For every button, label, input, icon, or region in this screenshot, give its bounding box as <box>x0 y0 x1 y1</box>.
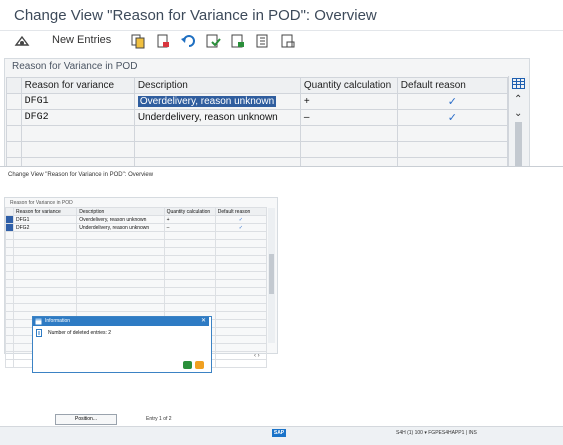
col-header-reason[interactable]: Reason for variance <box>13 207 78 216</box>
print-icon[interactable] <box>280 33 296 49</box>
reason-cell[interactable]: DFG1 <box>13 215 78 224</box>
row-selector[interactable] <box>4 215 15 224</box>
inner-panel-caption: Reason for Variance in POD <box>10 200 73 206</box>
checkmark-icon: ✓ <box>447 96 457 108</box>
confirm-icon[interactable] <box>183 361 192 369</box>
horizontal-scroll-arrows-icon[interactable]: ‹ › <box>254 353 260 359</box>
scroll-down-icon[interactable]: ⌄ <box>514 108 522 119</box>
table-scrollbar[interactable]: ⌃ ⌄ <box>508 76 529 168</box>
dialog-title: Information <box>45 318 71 324</box>
table-row[interactable] <box>4 239 268 248</box>
delete-icon[interactable] <box>155 33 171 49</box>
table-row[interactable]: DFG2 Underdelivery, reason unknown – ✓ <box>6 109 509 126</box>
inner-scrollbar[interactable] <box>268 208 275 343</box>
quantity-cell[interactable]: + <box>299 93 398 110</box>
table-row[interactable] <box>4 231 268 240</box>
default-checkbox[interactable]: ✓ <box>396 93 509 110</box>
dialog-window-icon <box>35 318 42 325</box>
table-row[interactable] <box>4 295 268 304</box>
row-selector[interactable] <box>6 93 22 110</box>
col-header-default[interactable]: Default reason <box>396 77 509 94</box>
table-row[interactable] <box>4 247 268 256</box>
description-cell[interactable]: Overdelivery, reason unknown <box>133 93 301 110</box>
quantity-cell[interactable]: – <box>163 223 216 232</box>
display-change-icon[interactable] <box>14 33 30 49</box>
system-info: S4H (1) 100 ▾ FGPES4HAPP1 | INS <box>396 430 477 436</box>
toolbar: New Entries <box>0 30 563 54</box>
deselect-all-icon[interactable] <box>255 33 271 49</box>
col-header-description[interactable]: Description <box>133 77 301 94</box>
table-row[interactable] <box>6 125 509 142</box>
new-entries-button[interactable]: New Entries <box>52 34 111 46</box>
description-selected-text[interactable]: Overdelivery, reason unknown <box>137 96 277 107</box>
row-selector-header <box>6 77 22 94</box>
scroll-up-icon[interactable]: ⌃ <box>514 94 522 105</box>
table-row[interactable]: DFG2 Underdelivery, reason unknown – ✓ <box>4 223 268 232</box>
table-settings-icon[interactable] <box>512 78 525 89</box>
table-row[interactable] <box>6 141 509 158</box>
col-header-reason[interactable]: Reason for variance <box>20 77 135 94</box>
table-row[interactable]: DFG1 Overdelivery, reason unknown + ✓ <box>6 93 509 110</box>
inner-scroll-thumb[interactable] <box>269 254 274 294</box>
help-icon[interactable] <box>195 361 204 369</box>
scroll-thumb[interactable] <box>515 122 522 168</box>
table-row[interactable]: DFG1 Overdelivery, reason unknown + ✓ <box>4 215 268 224</box>
quantity-cell[interactable]: + <box>163 215 216 224</box>
description-cell[interactable]: Overdelivery, reason unknown <box>76 215 165 224</box>
description-cell[interactable]: Underdelivery, reason unknown <box>76 223 165 232</box>
select-block-icon[interactable] <box>230 33 246 49</box>
table-row[interactable] <box>4 303 268 312</box>
default-checkbox[interactable]: ✓ <box>214 215 268 224</box>
close-icon[interactable]: ✕ <box>201 317 206 324</box>
reason-cell[interactable]: DFG2 <box>20 109 135 126</box>
table-row[interactable] <box>4 255 268 264</box>
table-row[interactable] <box>4 263 268 272</box>
page-title: Change View "Reason for Variance in POD"… <box>14 7 377 24</box>
table-row[interactable] <box>4 279 268 288</box>
col-header-quantity[interactable]: Quantity calculation <box>299 77 398 94</box>
row-selector[interactable] <box>4 223 15 232</box>
dialog-title-bar: Information <box>33 317 209 326</box>
checkmark-icon: ✓ <box>447 112 457 124</box>
variance-table: Reason for variance Description Quantity… <box>6 77 509 174</box>
description-cell[interactable]: Underdelivery, reason unknown <box>133 109 301 126</box>
window-title: Change View "Reason for Variance in POD"… <box>8 172 154 178</box>
checkmark-icon: ✓ <box>238 216 243 223</box>
default-checkbox[interactable]: ✓ <box>214 223 268 232</box>
position-button[interactable]: Position... <box>55 414 117 425</box>
checkmark-icon: ✓ <box>238 224 243 231</box>
default-checkbox[interactable]: ✓ <box>396 109 509 126</box>
col-header-quantity[interactable]: Quantity calculation <box>163 207 216 216</box>
entry-count: Entry 1 of 2 <box>146 416 172 422</box>
col-header-description[interactable]: Description <box>76 207 165 216</box>
quantity-cell[interactable]: – <box>299 109 398 126</box>
reason-cell[interactable]: DFG1 <box>20 93 135 110</box>
select-all-icon[interactable] <box>205 33 221 49</box>
info-icon <box>36 329 42 337</box>
panel-caption: Reason for Variance in POD <box>12 61 138 72</box>
reason-cell[interactable]: DFG2 <box>13 223 78 232</box>
table-row[interactable] <box>4 271 268 280</box>
row-selector[interactable] <box>6 109 22 126</box>
col-header-default[interactable]: Default reason <box>214 207 268 216</box>
copy-icon[interactable] <box>130 33 146 49</box>
table-row[interactable] <box>4 287 268 296</box>
sap-logo-icon: SAP <box>272 429 286 437</box>
title-bar: Change View "Reason for Variance in POD"… <box>0 0 563 31</box>
dialog-message: Number of deleted entries: 2 <box>48 330 112 336</box>
undo-icon[interactable] <box>180 33 196 49</box>
